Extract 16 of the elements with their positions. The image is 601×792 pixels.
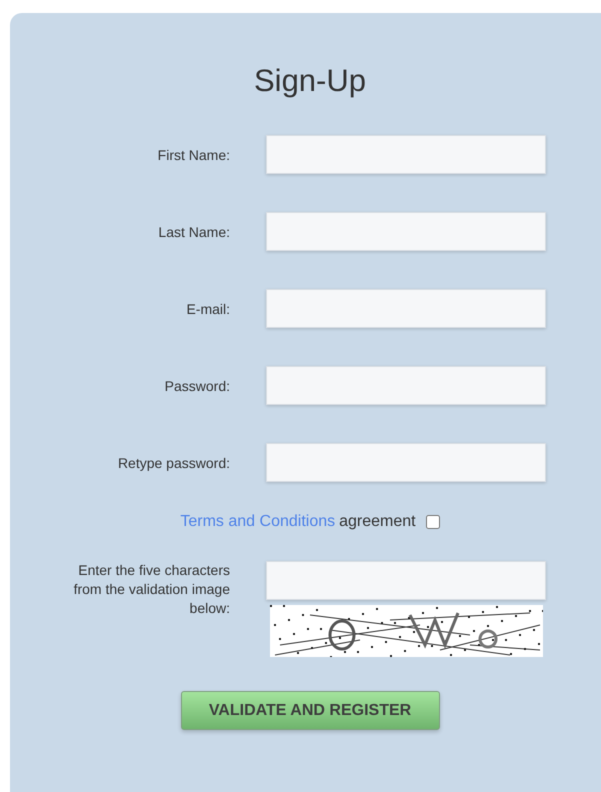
field-label: Retype password: [118, 454, 230, 470]
field-label: E-mail: [186, 300, 230, 316]
field-label: First Name: [158, 146, 230, 162]
form-title: Sign-Up [253, 63, 367, 99]
input-field[interactable] [266, 443, 546, 482]
input-field[interactable] [266, 366, 546, 405]
captcha-field[interactable] [266, 561, 546, 600]
agreement-checkbox[interactable] [426, 515, 440, 529]
register-button[interactable]: VALIDATE AND REGISTER [180, 691, 440, 730]
agreement-label: agreement [339, 513, 416, 531]
input-field[interactable] [266, 212, 546, 251]
captcha-label: Enter the five characters from the validation image below: [72, 561, 230, 618]
field-label: Last Name: [158, 224, 230, 240]
input-field[interactable] [266, 135, 546, 174]
input-field[interactable] [266, 289, 546, 328]
field-label: Password: [164, 378, 230, 394]
